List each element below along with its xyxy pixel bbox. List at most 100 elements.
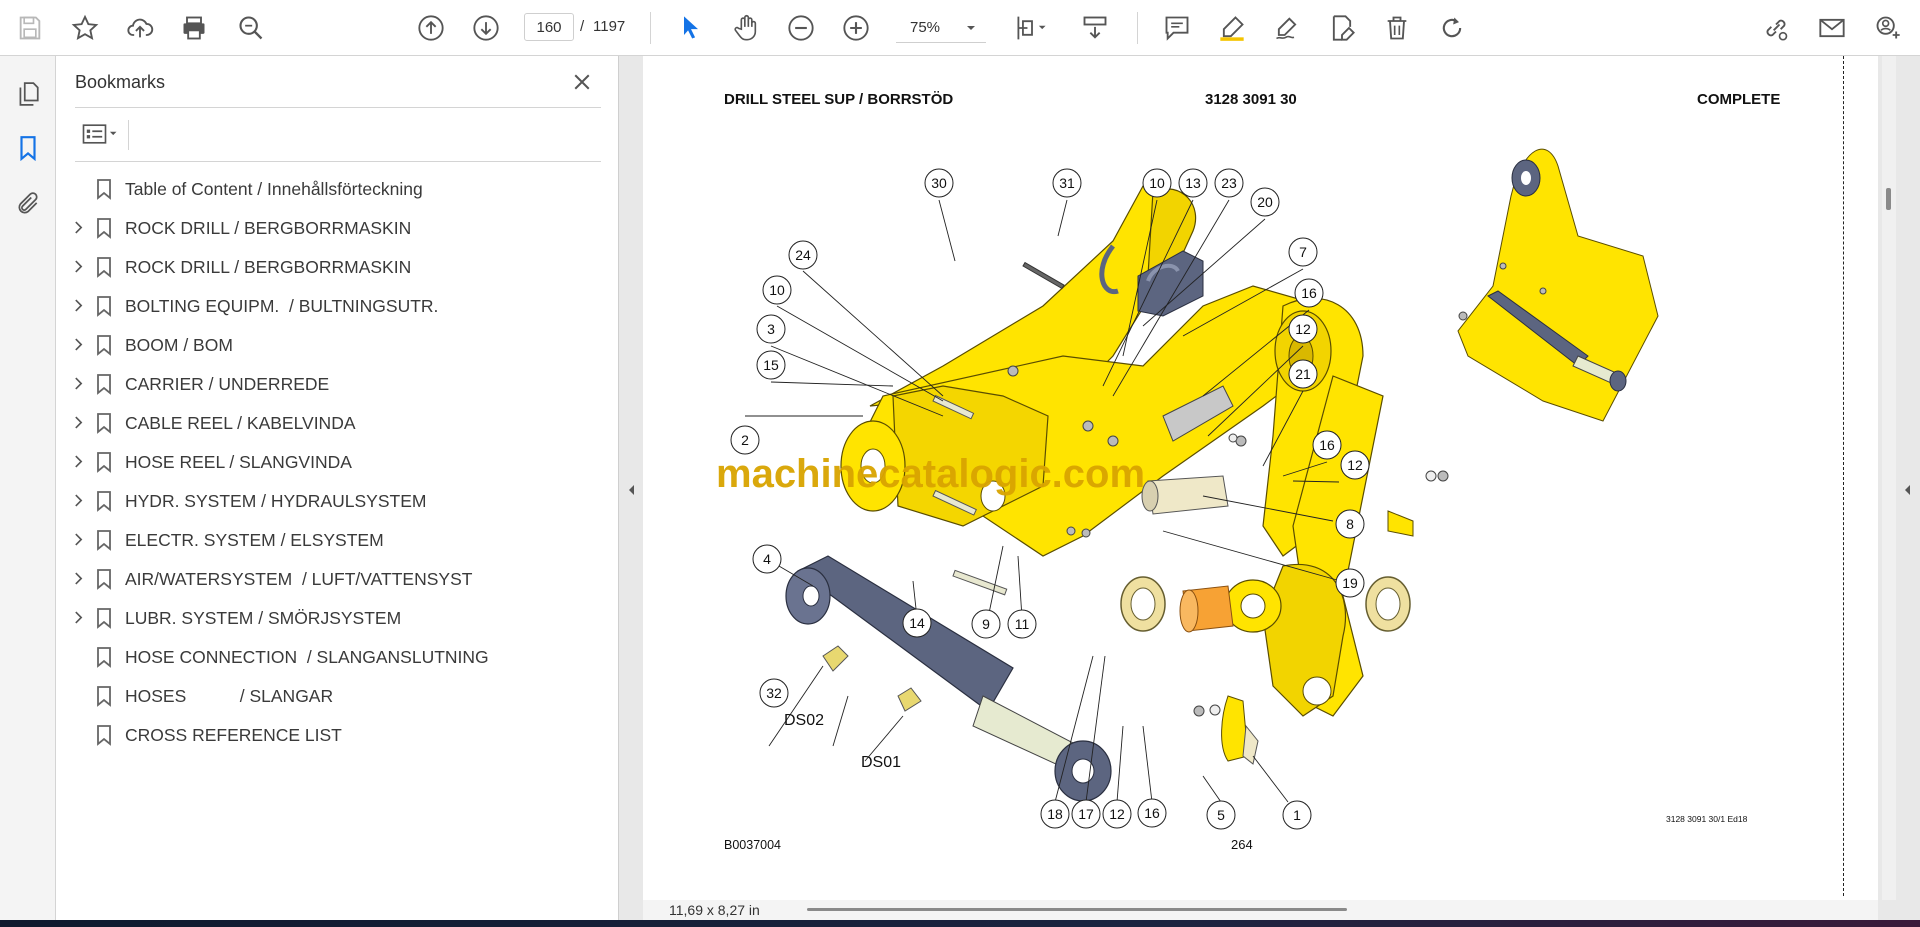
bookmark-icon: [94, 412, 114, 434]
page-number-input[interactable]: [524, 13, 574, 41]
chevron-right-icon[interactable]: [70, 336, 86, 352]
search-zoom-icon[interactable]: [231, 8, 271, 48]
edit-document-icon[interactable]: [1322, 8, 1362, 48]
star-icon[interactable]: [65, 8, 105, 48]
callout-label: 19: [1342, 575, 1358, 591]
print-icon[interactable]: [174, 8, 214, 48]
bookmark-item[interactable]: AIR/WATERSYSTEM / LUFT/VATTENSYST: [56, 559, 619, 598]
chevron-right-icon[interactable]: [70, 570, 86, 586]
next-page-icon[interactable]: [466, 8, 506, 48]
bookmark-item[interactable]: HOSE CONNECTION / SLANGANSLUTNING: [56, 637, 619, 676]
collapse-left-panel-icon[interactable]: [620, 470, 642, 510]
trash-icon[interactable]: [1377, 8, 1417, 48]
panel-title: Bookmarks: [75, 72, 166, 92]
callout: 13: [1178, 168, 1208, 198]
callout: 11: [1007, 609, 1037, 639]
draw-signature-icon[interactable]: [1267, 8, 1307, 48]
bookmark-item[interactable]: HOSE REEL / SLANGVINDA: [56, 442, 619, 481]
callout-label: 14: [909, 615, 925, 631]
callout: 4: [752, 544, 782, 574]
callout-label: 4: [763, 551, 771, 567]
callout: 19: [1335, 568, 1365, 598]
previous-page-icon[interactable]: [411, 8, 451, 48]
chevron-right-icon[interactable]: [70, 531, 86, 547]
email-icon[interactable]: [1812, 8, 1852, 48]
horizontal-scrollbar[interactable]: [807, 908, 1347, 911]
highlight-pen-icon[interactable]: [1212, 8, 1252, 48]
left-tool-rail: [0, 56, 56, 920]
callout: 16: [1294, 278, 1324, 308]
bookmark-item[interactable]: HYDR. SYSTEM / HYDRAULSYSTEM: [56, 481, 619, 520]
zoom-dropdown[interactable]: 75%: [896, 13, 986, 43]
chevron-right-icon[interactable]: [70, 414, 86, 430]
pdf-page: DRILL STEEL SUP / BORRSTÖD 3128 3091 30 …: [643, 56, 1878, 900]
page-thumbnails-icon[interactable]: [8, 74, 48, 114]
callout-label: 23: [1221, 175, 1237, 191]
bookmark-icon: [94, 373, 114, 395]
callout: 21: [1288, 359, 1318, 389]
callout: 15: [756, 350, 786, 380]
callout-label: 30: [931, 175, 947, 191]
bookmark-item[interactable]: CROSS REFERENCE LIST: [56, 715, 619, 754]
chevron-right-icon[interactable]: [70, 453, 86, 469]
bookmark-item[interactable]: LUBR. SYSTEM / SMÖRJSYSTEM: [56, 598, 619, 637]
callout-label: 24: [795, 247, 811, 263]
callout: 32: [759, 678, 789, 708]
bookmarks-panel: Bookmarks Table of Content / Innehållsfö…: [56, 56, 619, 920]
attachment-icon[interactable]: [8, 184, 48, 224]
bookmark-item[interactable]: ROCK DRILL / BERGBORRMASKIN: [56, 247, 619, 286]
callout-label: 7: [1299, 244, 1307, 260]
page-layout-icon[interactable]: [1006, 8, 1058, 48]
callout: 17: [1071, 799, 1101, 829]
zoom-in-icon[interactable]: [836, 8, 876, 48]
parts-drawing: DRILL STEEL SUP / BORRSTÖD 3128 3091 30 …: [716, 91, 1780, 852]
bookmark-panel-icon[interactable]: [8, 128, 48, 168]
page-size-readout: 11,69 x 8,27 in: [669, 902, 760, 918]
redo-icon[interactable]: [1432, 8, 1472, 48]
chevron-right-icon[interactable]: [70, 258, 86, 274]
save-icon[interactable]: [10, 8, 50, 48]
callout-label: 9: [982, 616, 990, 632]
scroll-mode-icon[interactable]: [1075, 8, 1115, 48]
bookmark-item[interactable]: ROCK DRILL / BERGBORRMASKIN: [56, 208, 619, 247]
bookmark-item[interactable]: HOSES / SLANGAR: [56, 676, 619, 715]
bookmark-label: CROSS REFERENCE LIST: [125, 725, 342, 745]
upload-cloud-icon[interactable]: [120, 8, 160, 48]
bookmark-item[interactable]: BOLTING EQUIPM. / BULTNINGSUTR.: [56, 286, 619, 325]
bookmark-icon: [94, 568, 114, 590]
callout-label: 16: [1301, 285, 1317, 301]
collapse-right-panel-icon[interactable]: [1896, 470, 1918, 510]
close-icon[interactable]: [566, 66, 598, 98]
bookmark-item[interactable]: BOOM / BOM: [56, 325, 619, 364]
bookmark-item[interactable]: ELECTR. SYSTEM / ELSYSTEM: [56, 520, 619, 559]
bookmark-item[interactable]: Table of Content / Innehållsförteckning: [56, 169, 619, 208]
os-taskbar: [0, 920, 1920, 927]
chevron-right-icon[interactable]: [70, 219, 86, 235]
toolbar-divider: [1137, 12, 1138, 44]
bookmark-icon: [94, 217, 114, 239]
callout-label: 17: [1078, 806, 1094, 822]
chevron-right-icon[interactable]: [70, 375, 86, 391]
page-total: 1197: [593, 18, 626, 35]
share-link-icon[interactable]: [1756, 8, 1796, 48]
bookmark-icon: [94, 451, 114, 473]
chevron-right-icon[interactable]: [70, 609, 86, 625]
callout-label: 15: [763, 357, 779, 373]
comment-icon[interactable]: [1157, 8, 1197, 48]
hand-tool-icon[interactable]: [726, 8, 766, 48]
bookmark-icon: [94, 178, 114, 200]
vertical-scrollbar[interactable]: [1882, 56, 1896, 900]
zoom-out-icon[interactable]: [781, 8, 821, 48]
chevron-right-icon[interactable]: [70, 492, 86, 508]
bookmark-options-button[interactable]: [75, 116, 125, 152]
scrollbar-thumb[interactable]: [1886, 188, 1891, 210]
add-user-icon[interactable]: [1868, 8, 1908, 48]
chevron-right-icon[interactable]: [70, 297, 86, 313]
bookmark-item[interactable]: CABLE REEL / KABELVINDA: [56, 403, 619, 442]
bookmark-item[interactable]: CARRIER / UNDERREDE: [56, 364, 619, 403]
callout-label: 21: [1295, 366, 1311, 382]
select-cursor-icon[interactable]: [671, 8, 711, 48]
callout-label: 10: [769, 282, 785, 298]
callout: 12: [1102, 799, 1132, 829]
status-bar: 11,69 x 8,27 in: [643, 900, 1878, 920]
